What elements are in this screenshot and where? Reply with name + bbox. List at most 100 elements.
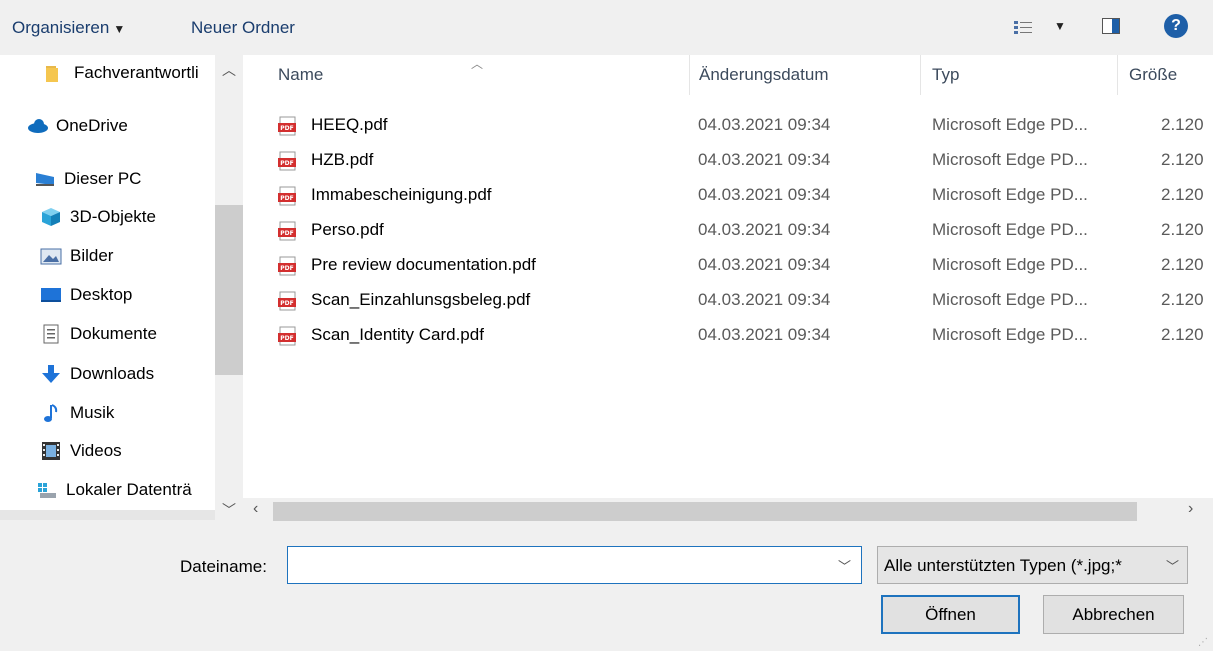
svg-text:PDF: PDF — [280, 300, 293, 307]
chevron-down-icon[interactable]: ﹀ — [838, 556, 851, 575]
file-name: Perso.pdf — [311, 220, 384, 239]
scroll-left-icon[interactable]: ‹ — [253, 500, 258, 518]
preview-pane-icon[interactable] — [1102, 18, 1120, 34]
file-row[interactable]: PDF HZB.pdf 04.03.2021 09:34 Microsoft E… — [243, 144, 1213, 179]
column-divider[interactable] — [689, 55, 690, 95]
organize-label: Organisieren — [12, 18, 110, 37]
nav-item-label: Dieser PC — [64, 169, 142, 188]
nav-item-dieser-pc[interactable]: Dieser PC — [34, 164, 141, 194]
file-type: Microsoft Edge PD... — [932, 115, 1088, 134]
file-size: 2.120 — [1161, 220, 1204, 239]
file-name: HEEQ.pdf — [311, 115, 388, 134]
file-type: Microsoft Edge PD... — [932, 150, 1088, 169]
column-divider[interactable] — [920, 55, 921, 95]
local-disk-icon — [36, 480, 58, 500]
file-date: 04.03.2021 09:34 — [698, 290, 831, 309]
svg-text:PDF: PDF — [280, 335, 293, 342]
resize-grip-icon[interactable]: ⋰ — [1198, 637, 1210, 649]
nav-item-label: Desktop — [70, 285, 133, 304]
pdf-file-icon: PDF — [278, 221, 296, 241]
sort-ascending-icon: ︿ — [471, 57, 484, 71]
file-row[interactable]: PDF Perso.pdf 04.03.2021 09:34 Microsoft… — [243, 214, 1213, 249]
file-list-horizontal-scrollbar[interactable]: ‹ › — [243, 498, 1213, 525]
file-list-scroll-thumb[interactable] — [273, 502, 1137, 521]
filename-input[interactable] — [292, 551, 822, 579]
scroll-right-icon[interactable]: › — [1188, 500, 1193, 518]
nav-item-lokaler-datentraeger[interactable]: Lokaler Datenträ — [36, 475, 192, 505]
help-icon[interactable]: ? — [1164, 14, 1188, 38]
file-date: 04.03.2021 09:34 — [698, 220, 831, 239]
cancel-button[interactable]: Abbrechen — [1043, 595, 1184, 634]
pdf-file-icon: PDF — [278, 291, 296, 311]
file-date: 04.03.2021 09:34 — [698, 150, 831, 169]
nav-scroll-thumb[interactable] — [215, 205, 243, 375]
file-row[interactable]: PDF Immabescheinigung.pdf 04.03.2021 09:… — [243, 179, 1213, 214]
file-name: Scan_Identity Card.pdf — [311, 325, 484, 344]
change-view-button[interactable]: ▼ — [1014, 16, 1070, 40]
computer-icon — [34, 169, 56, 189]
filetype-select[interactable]: Alle unterstützten Typen (*.jpg;* ﹀ — [877, 546, 1188, 584]
column-divider[interactable] — [1117, 55, 1118, 95]
file-row[interactable]: PDF Pre review documentation.pdf 04.03.2… — [243, 249, 1213, 284]
file-date: 04.03.2021 09:34 — [698, 185, 831, 204]
filename-label: Dateiname: — [180, 557, 267, 576]
svg-text:PDF: PDF — [280, 195, 293, 202]
file-type: Microsoft Edge PD... — [932, 220, 1088, 239]
file-type: Microsoft Edge PD... — [932, 290, 1088, 309]
nav-item-bilder[interactable]: Bilder — [40, 241, 113, 271]
folder-icon — [44, 63, 66, 83]
nav-item-label: Dokumente — [70, 324, 157, 343]
file-row[interactable]: PDF HEEQ.pdf 04.03.2021 09:34 Microsoft … — [243, 109, 1213, 144]
nav-item-musik[interactable]: Musik — [40, 398, 114, 428]
column-header-name[interactable]: Name — [278, 65, 323, 85]
file-size: 2.120 — [1161, 185, 1204, 204]
file-name: HZB.pdf — [311, 150, 374, 169]
filename-combobox[interactable]: ﹀ — [287, 546, 862, 584]
file-date: 04.03.2021 09:34 — [698, 325, 831, 344]
nav-item-label: 3D-Objekte — [70, 207, 156, 226]
column-header-type[interactable]: Typ — [932, 65, 959, 85]
file-date: 04.03.2021 09:34 — [698, 255, 831, 274]
open-button[interactable]: Öffnen — [881, 595, 1020, 634]
nav-item-label: Bilder — [70, 246, 114, 265]
file-size: 2.120 — [1161, 115, 1204, 134]
nav-item-label: Fachverantwortli — [74, 63, 199, 82]
caret-down-icon: ▼ — [113, 22, 126, 36]
pdf-file-icon: PDF — [278, 151, 296, 171]
nav-item-dokumente[interactable]: Dokumente — [40, 319, 157, 349]
nav-item-onedrive[interactable]: OneDrive — [26, 111, 128, 141]
file-size: 2.120 — [1161, 150, 1204, 169]
file-list: ︿ Name Änderungsdatum Typ Größe PDF HEEQ… — [243, 55, 1213, 520]
pdf-file-icon: PDF — [278, 326, 296, 346]
nav-item-label: Downloads — [70, 364, 155, 383]
file-type: Microsoft Edge PD... — [932, 325, 1088, 344]
new-folder-button[interactable]: Neuer Ordner — [191, 18, 295, 38]
view-dropdown-icon[interactable]: ▼ — [1054, 19, 1066, 33]
nav-item-label: OneDrive — [56, 116, 128, 135]
filetype-value: Alle unterstützten Typen (*.jpg;* — [884, 556, 1122, 575]
nav-vertical-scrollbar[interactable]: ︿ ﹀ — [215, 55, 243, 520]
nav-item-fachverantwortli[interactable]: Fachverantwortli — [44, 58, 199, 88]
scroll-up-icon[interactable]: ︿ — [215, 60, 243, 80]
documents-icon — [40, 324, 62, 344]
nav-horizontal-scrollbar[interactable] — [0, 510, 215, 520]
svg-text:PDF: PDF — [280, 125, 293, 132]
onedrive-icon — [26, 116, 48, 136]
pdf-file-icon: PDF — [278, 256, 296, 276]
file-row[interactable]: PDF Scan_Einzahlunsgsbeleg.pdf 04.03.202… — [243, 284, 1213, 319]
nav-item-videos[interactable]: Videos — [40, 436, 122, 466]
file-size: 2.120 — [1161, 290, 1204, 309]
organize-button[interactable]: Organisieren ▼ — [12, 18, 125, 38]
file-date: 04.03.2021 09:34 — [698, 115, 831, 134]
scroll-down-icon[interactable]: ﹀ — [215, 500, 243, 520]
column-header-date[interactable]: Änderungsdatum — [699, 65, 828, 85]
nav-item-3d-objekte[interactable]: 3D-Objekte — [40, 202, 156, 232]
file-type: Microsoft Edge PD... — [932, 185, 1088, 204]
music-icon — [40, 403, 62, 423]
column-header-size[interactable]: Größe — [1129, 65, 1177, 85]
nav-item-downloads[interactable]: Downloads — [40, 359, 154, 389]
file-row[interactable]: PDF Scan_Identity Card.pdf 04.03.2021 09… — [243, 319, 1213, 354]
nav-item-desktop[interactable]: Desktop — [40, 280, 132, 310]
file-type: Microsoft Edge PD... — [932, 255, 1088, 274]
nav-item-label: Musik — [70, 403, 115, 422]
